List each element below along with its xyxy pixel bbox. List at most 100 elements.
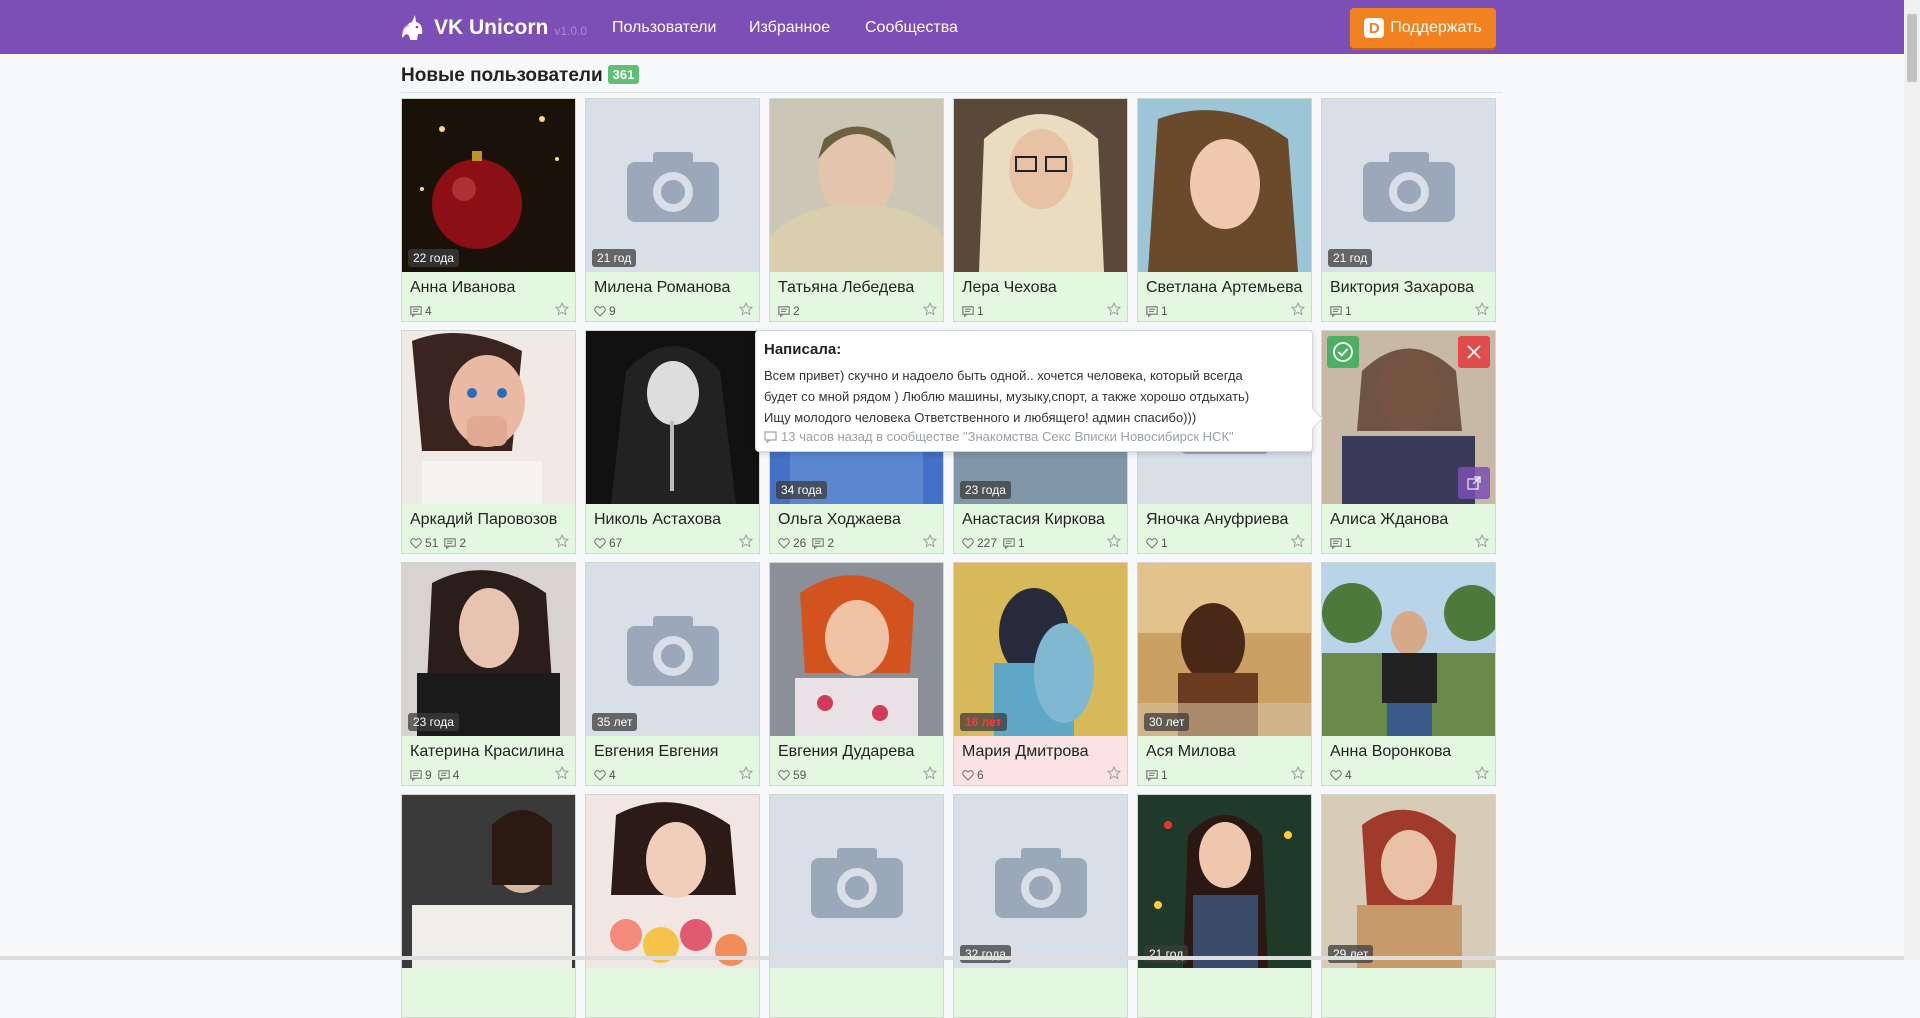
user-name[interactable]: Милена Романова (594, 279, 730, 297)
scrollbar[interactable] (1904, 0, 1920, 960)
user-photo[interactable]: 35 лет (586, 563, 759, 736)
user-photo[interactable]: 16 лет (954, 563, 1127, 736)
star-icon[interactable] (923, 302, 937, 316)
user-name[interactable]: Мария Дмитрова (962, 743, 1088, 761)
nav-users[interactable]: Пользователи (612, 19, 716, 37)
user-card[interactable]: 22 года Анна Иванова 4 (401, 98, 576, 322)
user-name[interactable]: Евгения Евгения (594, 743, 718, 761)
user-card[interactable] (401, 794, 576, 1018)
user-card[interactable]: 21 год (1137, 794, 1312, 1018)
brand[interactable]: VK Unicorn v1.0.0 (396, 12, 587, 44)
user-card[interactable] (585, 794, 760, 1018)
star-icon[interactable] (555, 302, 569, 316)
user-name[interactable]: Анна Воронкова (1330, 743, 1451, 761)
user-card[interactable]: 35 лет Евгения Евгения 4 (585, 562, 760, 786)
user-card[interactable]: 21 год Милена Романова 9 (585, 98, 760, 322)
user-card[interactable]: 29 лет (1321, 794, 1496, 1018)
user-card[interactable]: Лера Чехова 1 (953, 98, 1128, 322)
star-icon[interactable] (555, 534, 569, 548)
star-icon[interactable] (1475, 534, 1489, 548)
user-photo[interactable] (402, 331, 575, 504)
user-photo[interactable] (1322, 563, 1495, 736)
user-name[interactable]: Николь Астахова (594, 511, 721, 529)
brand-version: v1.0.0 (554, 24, 588, 38)
star-icon[interactable] (923, 766, 937, 780)
user-name[interactable]: Яночка Ануфриева (1146, 511, 1288, 529)
star-icon[interactable] (1291, 534, 1305, 548)
user-name[interactable]: Катерина Красилина (410, 743, 564, 761)
user-card[interactable]: 32 года (953, 794, 1128, 1018)
user-card[interactable]: Татьяна Лебедева 2 (769, 98, 944, 322)
age-badge: 35 лет (592, 713, 638, 731)
user-name[interactable]: Евгения Дударева (778, 743, 914, 761)
star-icon[interactable] (1291, 766, 1305, 780)
user-photo[interactable] (770, 99, 943, 272)
user-photo-image (402, 563, 575, 736)
star-icon[interactable] (1475, 766, 1489, 780)
user-name[interactable]: Светлана Артемьева (1146, 279, 1302, 297)
user-photo[interactable] (954, 99, 1127, 272)
likes-stat: 67 (594, 536, 622, 550)
comments-stat: 1 (962, 304, 984, 318)
age-badge: 23 года (408, 713, 459, 731)
user-photo[interactable]: 30 лет (1138, 563, 1311, 736)
hide-user-button[interactable] (1458, 336, 1490, 368)
user-card[interactable]: 30 лет Ася Милова 1 (1137, 562, 1312, 786)
user-card[interactable]: Анна Воронкова 4 (1321, 562, 1496, 786)
user-photo[interactable]: 22 года (402, 99, 575, 272)
user-name[interactable]: Лера Чехова (962, 279, 1057, 297)
user-photo[interactable] (586, 331, 759, 504)
star-icon[interactable] (1107, 534, 1121, 548)
user-photo[interactable]: 29 лет (1322, 795, 1495, 968)
user-name[interactable]: Анна Иванова (410, 279, 515, 297)
approve-button[interactable] (1327, 336, 1359, 368)
star-icon[interactable] (1107, 766, 1121, 780)
star-icon[interactable] (1291, 302, 1305, 316)
user-card[interactable]: Николь Астахова 67 (585, 330, 760, 554)
user-photo[interactable] (1138, 99, 1311, 272)
user-photo[interactable] (770, 795, 943, 968)
user-photo[interactable]: 21 год (586, 99, 759, 272)
user-name[interactable]: Ася Милова (1146, 743, 1236, 761)
user-photo[interactable]: 21 год (1322, 99, 1495, 272)
user-photo-image (954, 563, 1127, 736)
user-photo[interactable]: 23 года (402, 563, 575, 736)
user-photo[interactable] (402, 795, 575, 968)
user-photo[interactable] (1322, 331, 1495, 504)
star-icon[interactable] (923, 534, 937, 548)
user-photo[interactable]: 32 года (954, 795, 1127, 968)
user-card[interactable]: Светлана Артемьева 1 (1137, 98, 1312, 322)
star-icon[interactable] (1107, 302, 1121, 316)
user-card[interactable]: 16 лет Мария Дмитрова 6 (953, 562, 1128, 786)
likes-stat: 4 (594, 768, 616, 782)
user-photo[interactable] (770, 563, 943, 736)
donate-button[interactable]: D Поддержать (1350, 8, 1496, 48)
user-name[interactable]: Татьяна Лебедева (778, 279, 914, 297)
user-photo[interactable]: 21 год (1138, 795, 1311, 968)
nav-favorites[interactable]: Избранное (749, 19, 830, 37)
user-card[interactable]: Алиса Жданова 1 (1321, 330, 1496, 554)
user-card[interactable]: Аркадий Паровозов 51 2 (401, 330, 576, 554)
star-icon[interactable] (1475, 302, 1489, 316)
star-icon[interactable] (739, 766, 753, 780)
user-photo[interactable] (586, 795, 759, 968)
likes-count: 26 (793, 536, 807, 550)
scrollbar-thumb[interactable] (1907, 14, 1917, 82)
star-icon[interactable] (739, 534, 753, 548)
user-name[interactable]: Ольга Ходжаева (778, 511, 901, 529)
open-profile-button[interactable] (1458, 467, 1490, 499)
user-card[interactable]: 23 года Катерина Красилина 9 4 (401, 562, 576, 786)
star-icon[interactable] (739, 302, 753, 316)
user-name[interactable]: Алиса Жданова (1330, 511, 1448, 529)
star-icon[interactable] (555, 766, 569, 780)
user-name[interactable]: Анастасия Киркова (962, 511, 1105, 529)
likes-count: 4 (1345, 768, 1352, 782)
user-name[interactable]: Виктория Захарова (1330, 279, 1474, 297)
comments-count: 2 (793, 304, 800, 318)
user-name[interactable]: Аркадий Паровозов (410, 511, 557, 529)
user-card[interactable] (769, 794, 944, 1018)
user-card[interactable]: Евгения Дударева 59 (769, 562, 944, 786)
user-card[interactable]: 21 год Виктория Захарова 1 (1321, 98, 1496, 322)
page-title: Новые пользователи 361 (401, 65, 640, 87)
nav-communities[interactable]: Сообщества (865, 19, 958, 37)
